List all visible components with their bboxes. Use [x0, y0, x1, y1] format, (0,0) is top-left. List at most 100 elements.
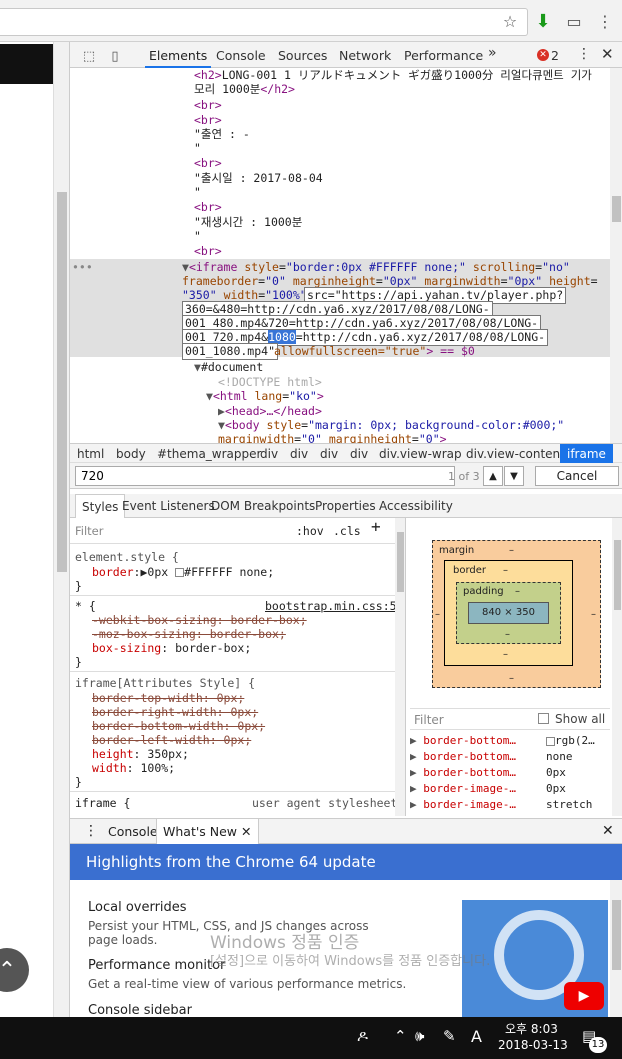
- bookmark-star-icon[interactable]: ☆: [499, 10, 521, 32]
- head-node[interactable]: ▶<head>…</head>: [218, 404, 322, 419]
- element-style-selector[interactable]: element.style {: [75, 550, 179, 564]
- text-node-runtime[interactable]: "재생시간 : 1000분: [194, 215, 302, 230]
- br-node[interactable]: <br>: [194, 98, 222, 113]
- computed-filter-input[interactable]: Filter: [414, 713, 444, 727]
- prop-moz-box-sizing[interactable]: -moz-box-sizing: border-box;: [92, 627, 286, 641]
- computed-row[interactable]: ▶ border-image-… 0px: [410, 782, 610, 798]
- browser-menu-icon[interactable]: ⋮: [594, 10, 616, 32]
- prop-box-sizing[interactable]: box-sizing: [92, 641, 161, 655]
- error-count[interactable]: 2: [551, 48, 559, 63]
- iframe-attr-selector[interactable]: iframe[Attributes Style] {: [75, 676, 255, 690]
- address-bar[interactable]: [0, 8, 528, 36]
- extension-icon[interactable]: ▭: [563, 10, 585, 32]
- tab-dom-breakpoints[interactable]: DOM Breakpoints: [211, 499, 315, 513]
- find-cancel-button[interactable]: Cancel: [535, 466, 619, 486]
- border-value[interactable]: 0px: [147, 565, 168, 579]
- breadcrumb-div[interactable]: div: [320, 447, 338, 461]
- people-icon[interactable]: ዶ: [357, 1027, 368, 1045]
- tab-event-listeners[interactable]: Event Listeners: [122, 499, 215, 513]
- clock-date[interactable]: 2018-03-13: [498, 1038, 568, 1052]
- clock-time[interactable]: 오후 8:03: [505, 1020, 558, 1037]
- document-node[interactable]: ▼#document: [194, 360, 263, 375]
- tab-sources[interactable]: Sources: [278, 48, 327, 63]
- border-value-2[interactable]: #FFFFFF none;: [184, 565, 274, 579]
- error-icon[interactable]: ✕: [537, 49, 549, 61]
- html-node[interactable]: ▼<html lang="ko">: [206, 389, 324, 404]
- breadcrumb-thema-wrapper[interactable]: #thema_wrapper: [157, 447, 261, 461]
- class-toggle[interactable]: .cls: [333, 524, 361, 538]
- pen-icon[interactable]: ✎: [443, 1027, 456, 1045]
- download-arrow-icon[interactable]: ⬇: [532, 10, 554, 32]
- prop-border[interactable]: border: [92, 565, 134, 579]
- box-sizing-value[interactable]: border-box;: [175, 641, 251, 655]
- prop-height[interactable]: height: [92, 747, 134, 761]
- computed-row[interactable]: ▶ border-bottom… 0px: [410, 766, 610, 782]
- prop-width[interactable]: width: [92, 761, 127, 775]
- prop-border-left-width[interactable]: border-left-width: 0px;: [92, 733, 251, 747]
- bootstrap-source-link[interactable]: bootstrap.min.css:5: [265, 599, 397, 613]
- hover-state-toggle[interactable]: :hov: [296, 524, 324, 538]
- drawer-tab-console[interactable]: Console: [108, 824, 158, 839]
- breadcrumb-html[interactable]: html: [77, 447, 104, 461]
- br-node[interactable]: <br>: [194, 113, 222, 128]
- inspect-element-icon[interactable]: ⬚: [78, 45, 100, 67]
- styles-filter-input[interactable]: Filter: [75, 524, 103, 538]
- computed-row[interactable]: ▶ border-bottom… rgb(2…: [410, 734, 610, 750]
- tab-styles[interactable]: Styles: [75, 494, 126, 518]
- close-tab-icon[interactable]: ✕: [241, 824, 251, 839]
- find-previous-button[interactable]: ▲: [483, 466, 503, 486]
- styles-scrollbar-thumb[interactable]: [397, 532, 404, 592]
- tab-properties[interactable]: Properties: [315, 499, 376, 513]
- drawer-menu-icon[interactable]: ⋮: [84, 823, 98, 839]
- play-video-icon[interactable]: ▶: [564, 982, 604, 1010]
- whats-new-scrollbar[interactable]: [610, 880, 622, 1017]
- tab-network[interactable]: Network: [339, 48, 391, 63]
- doctype-node[interactable]: <!DOCTYPE html>: [218, 375, 322, 390]
- iframe-ua-selector[interactable]: iframe {: [75, 796, 130, 810]
- iframe-node[interactable]: ▼<iframe style="border:0px #FFFFFF none;…: [182, 260, 570, 275]
- color-swatch[interactable]: [175, 568, 185, 577]
- tab-accessibility[interactable]: Accessibility: [379, 499, 453, 513]
- breadcrumb-body[interactable]: body: [116, 447, 146, 461]
- tab-elements[interactable]: Elements: [144, 48, 212, 68]
- br-node[interactable]: <br>: [194, 156, 222, 171]
- elements-tree[interactable]: <h2>LONG-001 1 リアルドキュメント ギガ盛り1000分 리얼다큐멘…: [70, 68, 610, 443]
- color-swatch[interactable]: [546, 736, 555, 746]
- box-model-content[interactable]: 840 × 350: [468, 602, 549, 624]
- breadcrumb-div[interactable]: div: [350, 447, 368, 461]
- device-toolbar-icon[interactable]: ▯: [104, 45, 126, 67]
- breadcrumb-view-content[interactable]: div.view-content: [466, 447, 565, 461]
- prop-border-right-width[interactable]: border-right-width: 0px;: [92, 705, 258, 719]
- computed-row[interactable]: ▶ border-image-… stretch: [410, 798, 610, 814]
- show-hidden-icons-icon[interactable]: ⌃: [394, 1027, 407, 1045]
- prop-border-bottom-width[interactable]: border-bottom-width: 0px;: [92, 719, 265, 733]
- page-scrollbar[interactable]: [53, 42, 69, 1017]
- elements-scrollbar[interactable]: [610, 68, 622, 443]
- br-node[interactable]: <br>: [194, 244, 222, 259]
- height-value[interactable]: 350px;: [147, 747, 189, 761]
- ime-indicator[interactable]: A: [471, 1027, 482, 1046]
- prop-webkit-box-sizing[interactable]: -webkit-box-sizing: border-box;: [92, 613, 307, 627]
- br-node[interactable]: <br>: [194, 200, 222, 215]
- styles-scrollbar[interactable]: [395, 518, 405, 816]
- close-devtools-icon[interactable]: ✕: [601, 45, 614, 63]
- body-node[interactable]: ▼<body style="margin: 0px; background-co…: [218, 418, 564, 433]
- volume-icon[interactable]: 🕪: [415, 1027, 424, 1045]
- close-drawer-icon[interactable]: ✕: [602, 823, 614, 839]
- find-input[interactable]: [75, 466, 455, 486]
- whats-new-scrollbar-thumb[interactable]: [612, 900, 621, 970]
- drawer-tab-whats-new[interactable]: What's New ✕: [156, 819, 259, 844]
- universal-selector[interactable]: * {: [75, 599, 96, 613]
- devtools-menu-icon[interactable]: ⋮: [577, 46, 591, 62]
- elements-scrollbar-thumb[interactable]: [612, 196, 621, 222]
- text-node-cast[interactable]: "출연 : -: [194, 127, 250, 142]
- width-value[interactable]: 100%;: [140, 761, 175, 775]
- tab-performance[interactable]: Performance: [404, 48, 483, 63]
- node-actions-ellipsis[interactable]: •••: [72, 260, 93, 275]
- breadcrumb-div[interactable]: div: [290, 447, 308, 461]
- find-next-button[interactable]: ▼: [504, 466, 524, 486]
- tab-console[interactable]: Console: [216, 48, 266, 63]
- allowfullscreen-attr[interactable]: allowfullscreen="true": [274, 344, 426, 358]
- page-scrollbar-thumb[interactable]: [57, 192, 67, 572]
- text-node-release[interactable]: "출시일 : 2017-08-04: [194, 171, 323, 186]
